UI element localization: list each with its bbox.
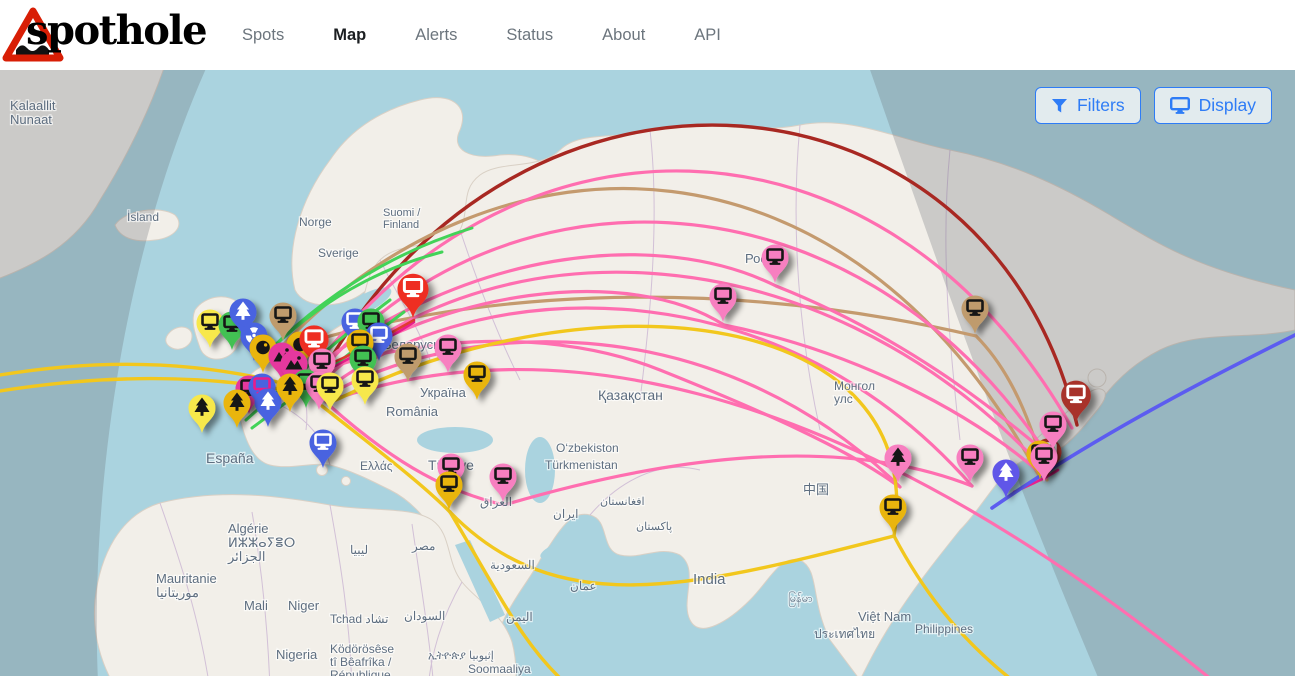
filter-icon [1051,98,1068,114]
map-label: Mali [244,598,268,613]
map-label: Nigeria [276,647,318,662]
nav-spots[interactable]: Spots [242,26,284,45]
map-label: ليبيا [350,543,368,557]
map-label: Philippines [915,622,973,636]
brand-name: spothole [26,7,206,54]
brand-logo[interactable]: spothole [0,0,210,70]
map-label: پاکستان [636,521,672,533]
map-label: ኢትዮጵያ إثيوبيا [428,650,494,662]
map-label: السعودية [490,558,535,572]
map-label: KalaallitNunaat [10,98,56,127]
nav-status[interactable]: Status [506,26,553,45]
map-label: Soomaaliya [468,662,531,676]
top-navbar: spothole Spots Map Alerts Status About A… [0,0,1295,70]
map-label: ایران [553,507,578,521]
map-label: Україна [420,385,467,400]
nav-map[interactable]: Map [333,26,366,45]
map-label: العراق [480,495,512,509]
world-map[interactable]: KalaallitNunaat İsland Norge Sverige Suomi /… [0,70,1295,676]
map-label: اليمن [506,610,533,624]
map-label: Sverige [318,246,359,260]
nav-api[interactable]: API [694,26,721,45]
nav-alerts[interactable]: Alerts [415,26,457,45]
map-label: Ködörösêsetî Bêafrîka /République [330,642,394,676]
map-label: India [693,571,726,588]
disc-icon [256,341,270,355]
map-label: عمان [570,579,597,593]
map-label: România [386,404,439,419]
map-label: Tchad تشاد [330,612,388,626]
map-toolbar: Filters Display [1035,87,1272,124]
display-button-label: Display [1199,95,1256,116]
filters-button[interactable]: Filters [1035,87,1141,124]
map-label: İsland [127,210,159,224]
map-label: Norge [299,215,332,229]
map-label: Niger [288,598,320,613]
map-label: Türkmenistan [545,458,618,472]
map-label: افغانستان [600,496,645,508]
map-label: Việt Nam [858,609,911,624]
nav-about[interactable]: About [602,26,645,45]
map-label: España [206,450,254,466]
spothole-app: spothole Spots Map Alerts Status About A… [0,0,1295,676]
display-button[interactable]: Display [1154,87,1272,124]
map-label: السودان [404,609,445,623]
map-label: မြန်မာ [788,591,813,607]
filters-button-label: Filters [1077,95,1125,116]
map-label: Suomi /Finland [383,207,421,231]
map-label: 中国 [803,482,829,497]
main-nav: Spots Map Alerts Status About API [242,26,721,45]
map-label: مصر [411,539,435,553]
map-label: ประเทศไทย [814,627,875,641]
display-icon [1170,97,1190,114]
map-label: Ελλάς [360,459,393,473]
map-label: O‘zbekiston [556,441,619,455]
map-label: Қазақстан [598,387,663,403]
